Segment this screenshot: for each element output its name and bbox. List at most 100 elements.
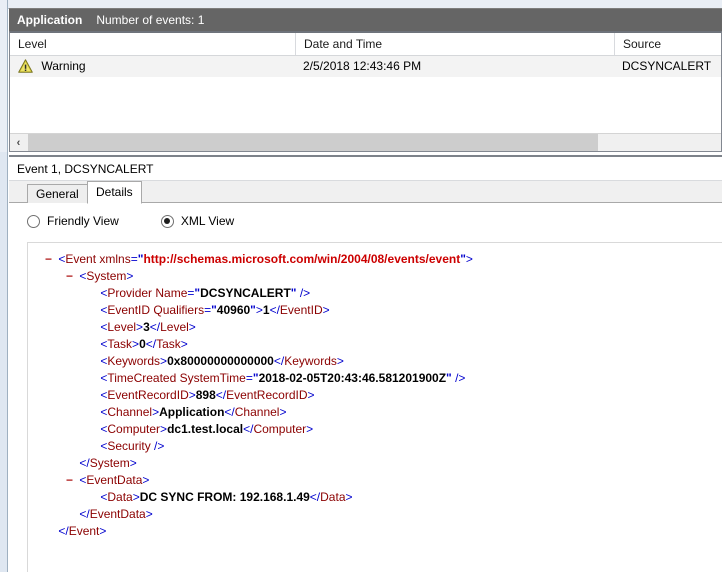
xml-token-tag: Computer	[253, 422, 307, 436]
tab-general[interactable]: General	[27, 184, 88, 204]
xml-token-brk: >	[188, 320, 196, 334]
log-name-label: Application	[17, 13, 83, 27]
xml-token-brk: >	[345, 490, 353, 504]
xml-token-tag: Keywords	[107, 354, 161, 368]
column-header-source[interactable]: Source	[614, 33, 722, 55]
scrollbar-thumb[interactable]	[28, 134, 598, 151]
xml-token-tag: Level	[107, 320, 137, 334]
radio-friendly-view-label: Friendly View	[47, 214, 119, 228]
xml-token-tag: Data	[107, 490, 133, 504]
xml-token-val: http://schemas.microsoft.com/win/2004/08…	[143, 252, 461, 266]
xml-token-brk: </	[149, 320, 161, 334]
detail-tabstrip: General Details	[9, 181, 722, 204]
xml-indent-spacer	[84, 421, 97, 438]
view-mode-switch: Friendly View XML View	[9, 203, 722, 239]
xml-token-brk: >	[255, 303, 263, 317]
xml-token-brk: </	[269, 303, 280, 317]
table-row[interactable]: Warning 2/5/2018 12:43:46 PM DCSYNCALERT	[10, 56, 721, 77]
event-list[interactable]: Level Date and Time Source Warning 2/5/2…	[9, 31, 722, 152]
xml-token-tag: Task	[156, 337, 181, 351]
xml-token-tag: Data	[320, 490, 346, 504]
left-rail-lower	[0, 152, 8, 572]
xml-token-tag: Qualifiers	[150, 303, 205, 317]
xml-line: </Event>	[28, 523, 722, 540]
xml-token-eq: =	[245, 371, 253, 385]
xml-token-tag: xmlns	[96, 252, 131, 266]
xml-line: <Task>0</Task>	[28, 336, 722, 353]
tab-details[interactable]: Details	[87, 181, 142, 204]
xml-token-tag: Event	[65, 252, 97, 266]
xml-line: <Security />	[28, 438, 722, 455]
xml-token-brk: >	[136, 320, 144, 334]
xml-line: − <EventData>	[28, 472, 722, 489]
event-count-label: Number of events: 1	[96, 13, 205, 27]
event-list-horizontal-scrollbar[interactable]: ‹	[10, 133, 721, 151]
level-label: Warning	[41, 59, 86, 73]
radio-xml-view[interactable]: XML View	[160, 214, 235, 228]
radio-xml-view-label: XML View	[180, 214, 235, 228]
xml-token-brk: >	[129, 456, 137, 470]
xml-token-brk: />	[296, 286, 311, 300]
collapse-toggle-icon[interactable]: −	[63, 472, 76, 489]
scroll-left-arrow-icon[interactable]: ‹	[10, 134, 27, 151]
column-header-level[interactable]: Level	[10, 33, 295, 55]
xml-token-brk: >	[188, 388, 196, 402]
xml-token-brk: >	[132, 337, 140, 351]
xml-token-tag: Computer	[107, 422, 161, 436]
xml-token-txt: DC SYNC FROM: 192.168.1.49	[139, 490, 310, 504]
xml-indent-spacer	[84, 353, 97, 370]
event-viewer-window: Application Number of events: 1 Level Da…	[0, 0, 722, 572]
xml-token-txt: Application	[159, 405, 225, 419]
xml-token-tag: Security	[107, 439, 151, 453]
xml-token-brk: </	[309, 490, 321, 504]
log-header-bar: Application Number of events: 1	[9, 8, 722, 31]
xml-token-tag: SystemTime	[176, 371, 246, 385]
radio-dot-icon	[160, 214, 174, 228]
xml-token-tag: System	[86, 269, 127, 283]
xml-token-tag: Provider	[107, 286, 153, 300]
event-detail-pane: Event 1, DCSYNCALERT General Details Fri…	[9, 155, 722, 572]
xml-line: <Computer>dc1.test.local</Computer>	[28, 421, 722, 438]
xml-token-tag: EventID	[107, 303, 151, 317]
collapse-toggle-icon[interactable]: −	[42, 251, 55, 268]
xml-token-txt: dc1.test.local	[167, 422, 244, 436]
xml-token-brk: />	[150, 439, 165, 453]
xml-token-txt: 1	[262, 303, 270, 317]
xml-token-tag: Event	[68, 524, 100, 538]
xml-token-brk: </	[58, 524, 69, 538]
xml-token-tag: EventData	[86, 473, 143, 487]
xml-token-txt: 0	[139, 337, 146, 351]
xml-token-tag: Channel	[107, 405, 153, 419]
xml-line: <Keywords>0x80000000000000</Keywords>	[28, 353, 722, 370]
xml-token-brk: >	[142, 473, 150, 487]
collapse-toggle-icon[interactable]: −	[63, 268, 76, 285]
xml-token-tag: EventRecordID	[226, 388, 308, 402]
xml-line: <Channel>Application</Channel>	[28, 404, 722, 421]
xml-token-brk: >	[180, 337, 188, 351]
xml-token-tag: Channel	[234, 405, 280, 419]
xml-line: <Level>3</Level>	[28, 319, 722, 336]
xml-indent-spacer	[84, 438, 97, 455]
xml-line: − <System>	[28, 268, 722, 285]
cell-level: Warning	[10, 56, 295, 77]
xml-line: </EventData>	[28, 506, 722, 523]
xml-token-brk: >	[336, 354, 344, 368]
xml-token-tag: TimeCreated	[107, 371, 177, 385]
xml-token-tag: System	[89, 456, 130, 470]
xml-view-content[interactable]: − <Event xmlns="http://schemas.microsoft…	[27, 242, 722, 572]
xml-token-eq: =	[130, 252, 138, 266]
cell-source: DCSYNCALERT	[622, 59, 712, 73]
xml-indent-spacer	[84, 387, 97, 404]
xml-token-brk: >	[322, 303, 330, 317]
column-header-date-time[interactable]: Date and Time	[295, 33, 614, 55]
xml-token-tag: EventID	[279, 303, 323, 317]
xml-indent-spacer	[63, 506, 76, 523]
radio-friendly-view[interactable]: Friendly View	[27, 214, 119, 228]
warning-triangle-icon	[18, 59, 33, 77]
xml-token-brk: </	[273, 354, 285, 368]
xml-token-txt: 40960	[216, 303, 251, 317]
xml-token-tag: Task	[107, 337, 133, 351]
xml-line: <EventID Qualifiers="40960">1</EventID>	[28, 302, 722, 319]
xml-token-txt: DCSYNCALERT	[200, 286, 291, 300]
xml-token-brk: >	[160, 422, 168, 436]
